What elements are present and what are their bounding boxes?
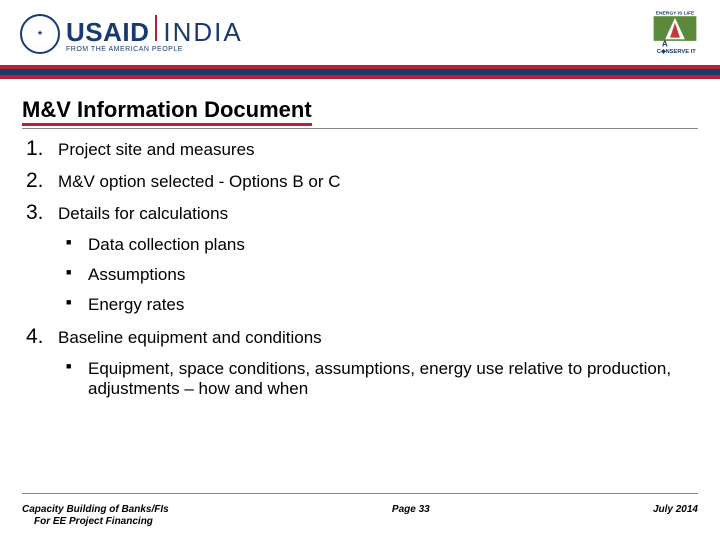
footer-divider <box>22 493 698 494</box>
title-underline <box>22 128 698 129</box>
sub-item: Assumptions <box>66 265 698 285</box>
slide-body: M&V Information Document 1. Project site… <box>0 79 720 399</box>
outline-list-cont: 4. Baseline equipment and conditions <box>22 325 698 349</box>
usaid-logo: ★ USAID INDIA FROM THE AMERICAN PEOPLE <box>20 14 243 54</box>
bee-logo-top: ENERGY IS LIFE <box>656 11 695 17</box>
slide-title: M&V Information Document <box>22 97 312 123</box>
usaid-tagline: FROM THE AMERICAN PEOPLE <box>66 46 243 53</box>
outline-item: 3. Details for calculations <box>26 201 698 225</box>
item-text: M&V option selected - Options B or C <box>58 172 341 192</box>
svg-text:C◆NSERVE IT: C◆NSERVE IT <box>657 48 696 54</box>
usaid-seal-icon: ★ <box>20 14 60 54</box>
outline-list: 1. Project site and measures 2. M&V opti… <box>22 137 698 225</box>
sub-list: Data collection plans Assumptions Energy… <box>22 235 698 315</box>
sub-item: Data collection plans <box>66 235 698 255</box>
footer-left-line1: Capacity Building of Banks/FIs <box>22 504 169 515</box>
footer-left: Capacity Building of Banks/FIs For EE Pr… <box>22 504 169 528</box>
item-number: 2. <box>26 169 46 193</box>
item-text: Baseline equipment and conditions <box>58 328 322 348</box>
item-number: 1. <box>26 137 46 161</box>
footer-left-line2: For EE Project Financing <box>22 516 169 528</box>
slide-header: ★ USAID INDIA FROM THE AMERICAN PEOPLE E… <box>0 0 720 65</box>
sub-item: Equipment, space conditions, assumptions… <box>66 359 698 399</box>
slide-footer: Capacity Building of Banks/FIs For EE Pr… <box>22 504 698 528</box>
sub-item: Energy rates <box>66 295 698 315</box>
india-wordmark: INDIA <box>163 17 242 48</box>
header-accent-bar <box>0 65 720 79</box>
item-text: Details for calculations <box>58 204 228 224</box>
item-number: 4. <box>26 325 46 349</box>
footer-date: July 2014 <box>653 504 698 515</box>
footer-page: Page 33 <box>392 504 430 515</box>
usaid-wordmark: USAID <box>66 17 149 48</box>
outline-item: 1. Project site and measures <box>26 137 698 161</box>
outline-item: 4. Baseline equipment and conditions <box>26 325 698 349</box>
item-text: Project site and measures <box>58 140 255 160</box>
outline-item: 2. M&V option selected - Options B or C <box>26 169 698 193</box>
svg-text:A: A <box>662 40 668 49</box>
bee-logo: ENERGY IS LIFE A C◆NSERVE IT <box>650 8 700 59</box>
logo-divider <box>155 15 157 41</box>
sub-list: Equipment, space conditions, assumptions… <box>22 359 698 399</box>
item-number: 3. <box>26 201 46 225</box>
